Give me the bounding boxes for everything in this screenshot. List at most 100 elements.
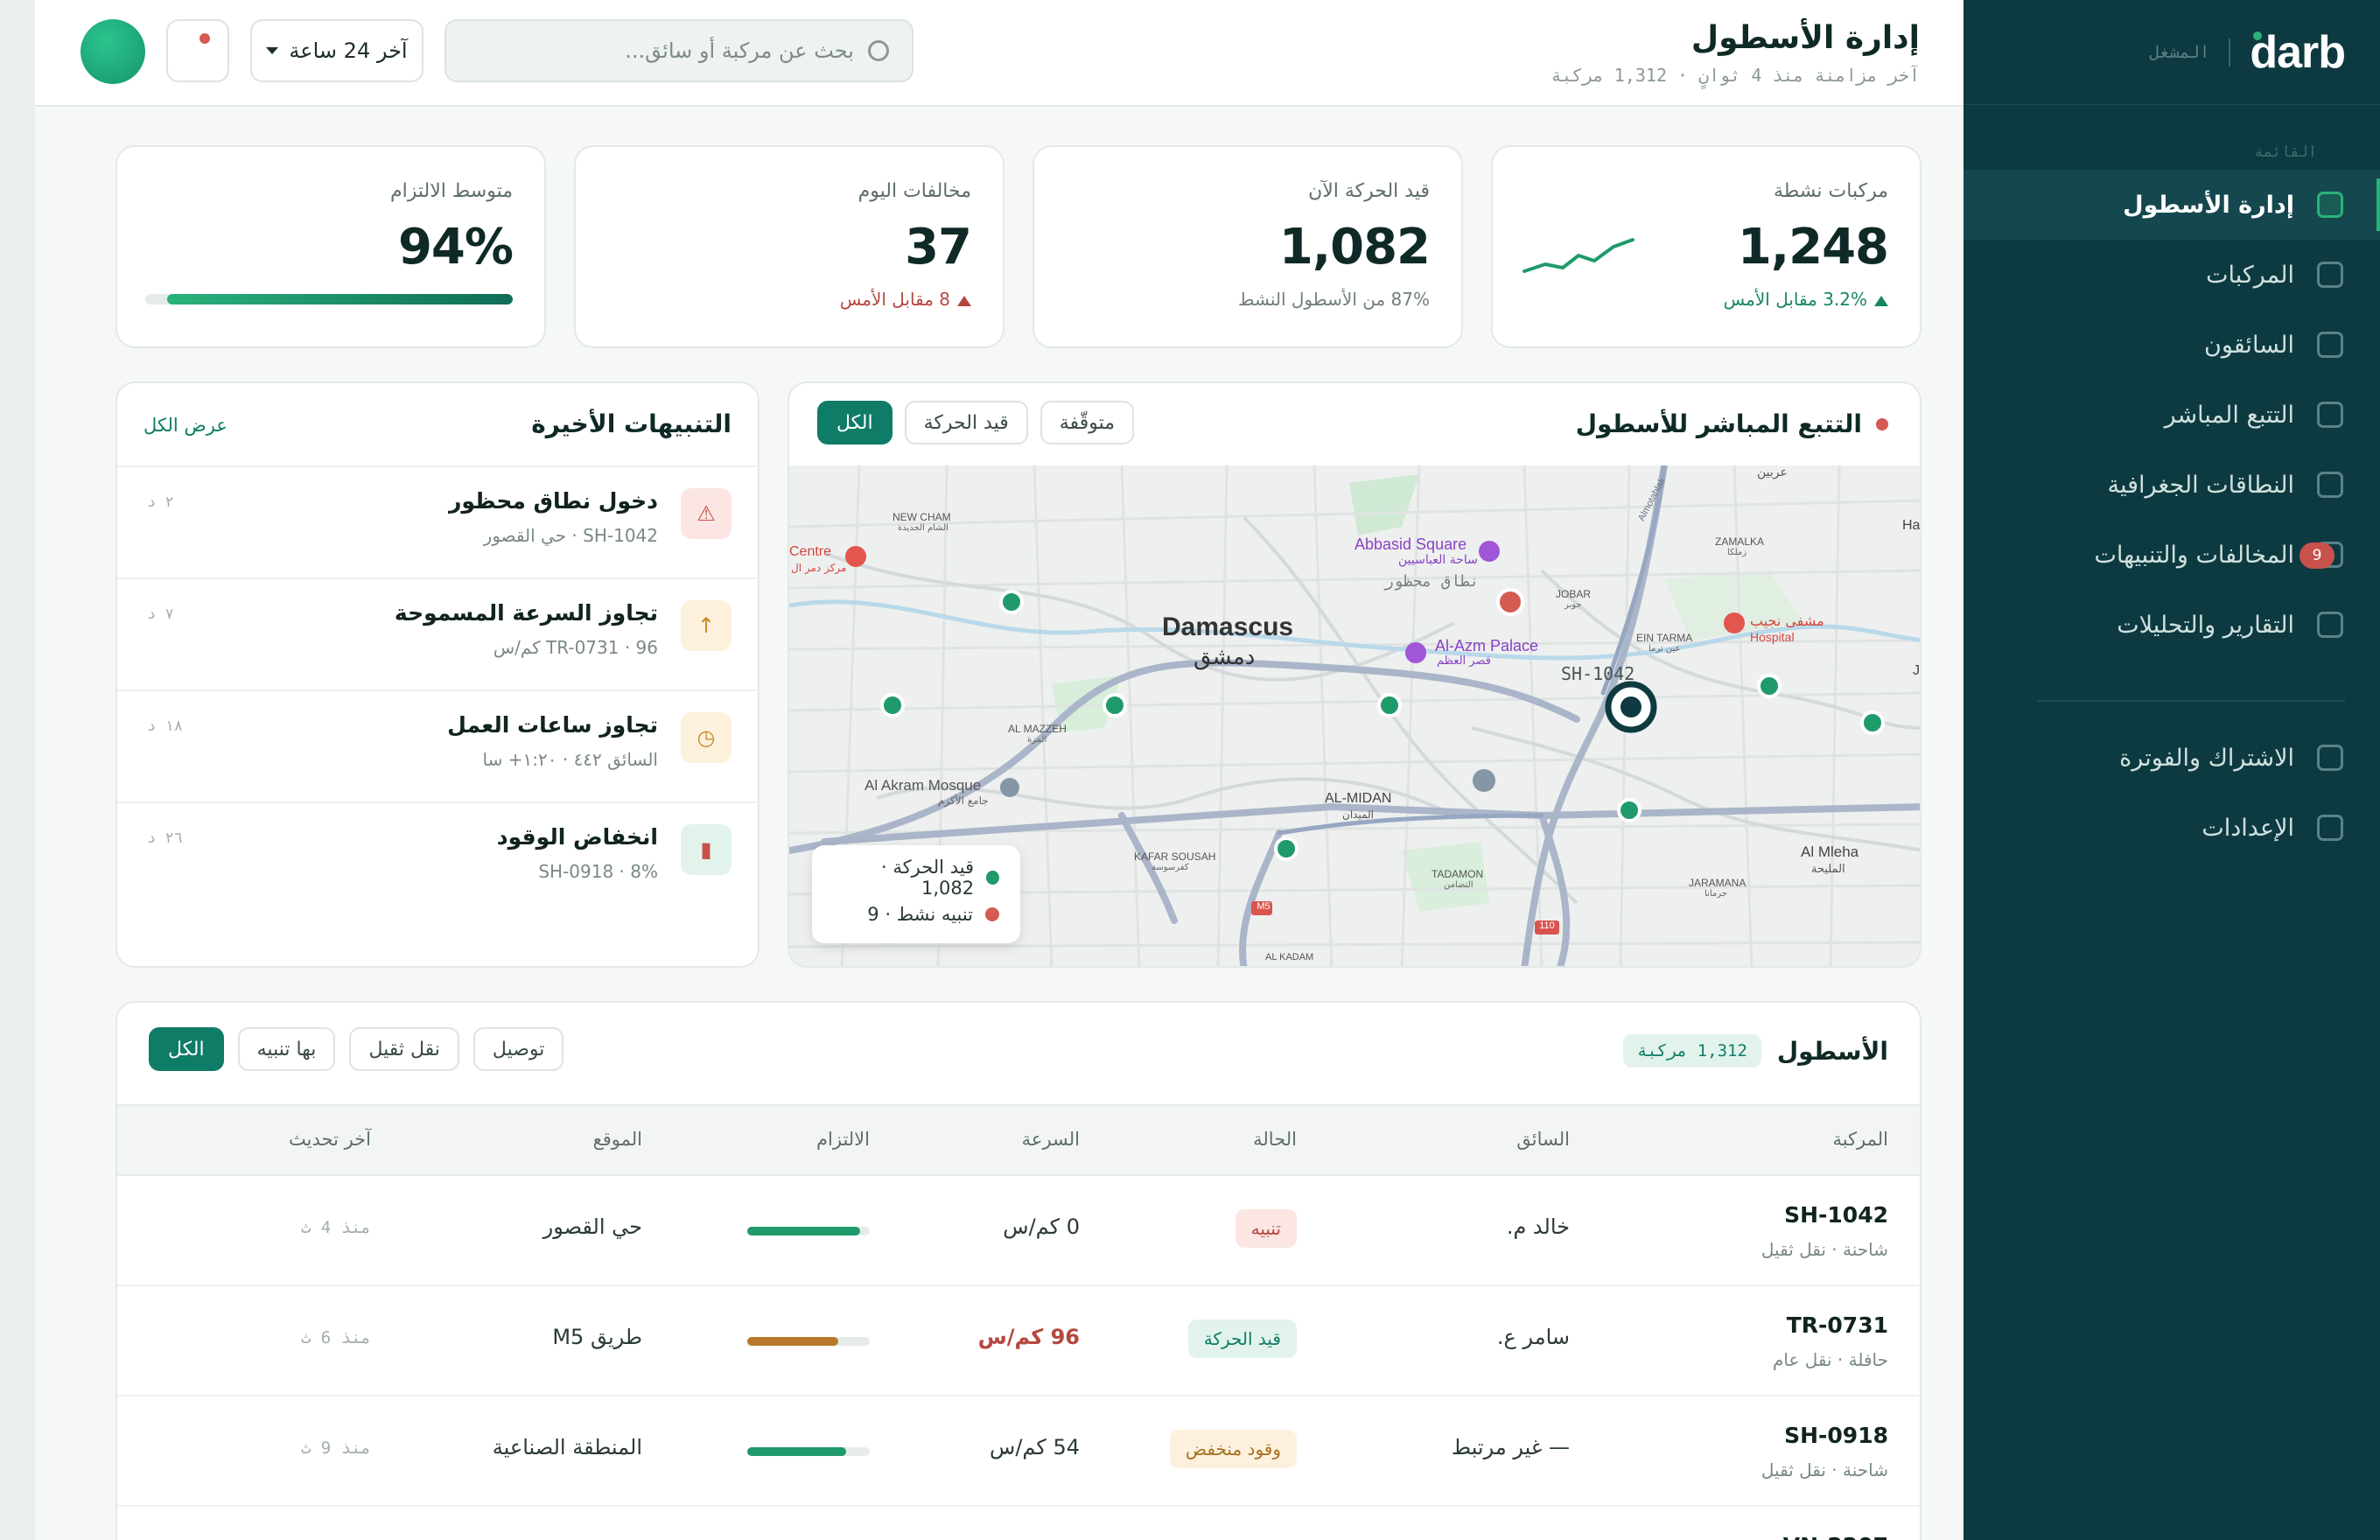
trend-up-icon (1874, 295, 1888, 306)
legend-moving: قيد الحركة · 1,082 (833, 857, 999, 899)
map-card-title: التتبع المباشر للأسطول (1575, 410, 1862, 438)
map-view[interactable]: Damascus دمشق Abbasid Square ساحة العباس… (789, 466, 1920, 966)
sidebar-item-3[interactable]: التتبع المباشر (1964, 380, 2380, 450)
kpi-trend-text: 3.2% مقابل الأمس (1723, 289, 1867, 310)
fleet-table-title: الأسطول (1776, 1036, 1888, 1066)
view-all-alerts-link[interactable]: عرض الكل (144, 415, 228, 436)
vehicle-id[interactable]: VN-2207 (1783, 1533, 1888, 1540)
table-row[interactable]: TR-0731 حافلة · نقل عام سامر ع. قيد الحركة 9… (117, 1286, 1920, 1396)
column-header-status[interactable]: الحالة (1253, 1129, 1297, 1150)
live-tracking-card: التتبع المباشر للأسطول الكل قيد الحركة متو… (788, 382, 1922, 968)
sidebar-item-6[interactable]: التقارير والتحليلات (1964, 590, 2380, 660)
kpi-value: 1,082 (1278, 219, 1431, 276)
map-label-jobar-ar: جوبر (1564, 600, 1582, 610)
sidebar-item-4[interactable]: النطاقات الجغرافية (1964, 450, 2380, 520)
time-range-select[interactable]: آخر 24 ساعة (250, 19, 424, 82)
notifications-button[interactable] (166, 19, 229, 82)
map-label-azm-ar: قصر العظم (1437, 654, 1491, 668)
alert-title: تجاوز السرعة المسموحة (394, 600, 658, 626)
status-badge: تنبيه (1235, 1209, 1297, 1248)
alert-item[interactable]: ◷ تجاوز ساعات العمل السائق ٤٤٢ · ١:٢٠+ سا ١… (117, 690, 758, 802)
table-row[interactable]: SH-1042 شاحنة · نقل ثقيل خالد م. تنبيه 0 كم/… (117, 1176, 1920, 1286)
map-label-mleha-ar: المليحة (1811, 863, 1845, 876)
kpi-foot: 87% من الأسطول النشط (1238, 289, 1430, 310)
alert-item[interactable]: ↑ تجاوز السرعة المسموحة TR-0731 · 96 كم/س ٧… (117, 578, 758, 690)
column-header-location[interactable]: الموقع (593, 1129, 642, 1150)
kpi-moving-now: قيد الحركة الآن 1,082 87% من الأسطول الن… (1032, 145, 1463, 348)
alert-item[interactable]: ⚠ دخول نطاق محظور SH-1042 · حي القصور ٢ د (117, 466, 758, 578)
brand-logo[interactable]: darb (2250, 26, 2346, 79)
map-label-restricted-zone: نطاق محظور (1384, 572, 1480, 591)
sidebar-item-1[interactable]: المركبات (1964, 240, 2380, 310)
workspace-label: المشغل (2149, 42, 2210, 62)
alert-detail: SH-0918 · 8% (538, 861, 658, 882)
map-label-arbeen: عربين (1757, 466, 1788, 480)
nav-checkbox-icon (2317, 745, 2343, 771)
fleet-count-badge: 1,312 مركبة (1623, 1034, 1761, 1068)
fleet-filter-0[interactable]: الكل (149, 1027, 224, 1071)
location: طريق M5 (552, 1325, 642, 1349)
column-header-speed[interactable]: السرعة (1022, 1129, 1080, 1150)
kpi-trend-text: 8 مقابل الأمس (839, 289, 950, 310)
alert-detail: السائق ٤٤٢ · ١:٢٠+ سا (482, 749, 658, 770)
sidebar-item-2[interactable]: السائقون (1964, 310, 2380, 380)
map-filter-1[interactable]: قيد الحركة (904, 401, 1028, 444)
speed-value: 54 كم/س (990, 1435, 1080, 1460)
fuel-icon: ▮ (681, 824, 732, 875)
kpi-avg-compliance: متوسط الالتزام 94% (116, 145, 546, 348)
alert-time: ١٨ د (147, 718, 183, 735)
page-heading: إدارة الأسطول آخر مزامنة منذ 4 ثوانٍ · 1… (1551, 20, 1920, 86)
nav-checkbox-icon (2317, 332, 2343, 358)
vehicle-id[interactable]: SH-1042 (1784, 1202, 1888, 1228)
alert-title: انخفاض الوقود (496, 824, 658, 850)
map-label-jaramana-ar: جرمانا (1704, 889, 1727, 899)
fleet-table-header: الأسطول 1,312 مركبة (1623, 1034, 1888, 1068)
map-label-hospital-en: Hospital (1750, 630, 1795, 644)
alert-title: تجاوز ساعات العمل (447, 712, 658, 738)
status-badge: وقود منخفض (1169, 1430, 1297, 1468)
nav-checkbox-icon (2317, 472, 2343, 498)
alerts-count-badge: 9 (2300, 542, 2334, 569)
alert-dot-icon (985, 907, 999, 921)
column-header-last-update[interactable]: آخر تحديث (289, 1129, 371, 1150)
sidebar-item-label: المخالفات والتنبيهات (2094, 541, 2294, 569)
vehicle-id[interactable]: TR-0731 (1787, 1312, 1888, 1338)
table-row[interactable]: SH-0918 شاحنة · نقل ثقيل — غير مرتبط وقود م… (117, 1396, 1920, 1507)
fleet-filter-2[interactable]: نقل ثقيل (349, 1027, 459, 1071)
fleet-filter-3[interactable]: توصيل (472, 1027, 564, 1071)
map-label-city-ar: دمشق (1194, 644, 1256, 670)
fleet-filter-1[interactable]: بها تنبيه (237, 1027, 336, 1071)
sidebar-bottom-item-0[interactable]: الاشتراك والفوترة (1964, 723, 2380, 793)
map-filter-0[interactable]: الكل (817, 401, 892, 444)
sidebar-item-0[interactable]: إدارة الأسطول (1964, 170, 2380, 240)
map-label-kadam: AL KADAM (1265, 952, 1314, 962)
alert-item[interactable]: ▮ انخفاض الوقود SH-0918 · 8% ٢٦ د (117, 802, 758, 914)
map-card-header: التتبع المباشر للأسطول (1576, 410, 1888, 438)
column-header-vehicle[interactable]: المركبة (1832, 1129, 1888, 1150)
compliance-bar (747, 1227, 870, 1236)
map-label-mleha: Al Mleha (1801, 844, 1859, 860)
search-input[interactable]: بحث عن مركبة أو سائق... (444, 19, 914, 82)
sidebar-item-label: التقارير والتحليلات (2117, 611, 2294, 639)
sidebar-item-label: السائقون (2204, 331, 2294, 359)
map-legend: قيد الحركة · 1,082 تنبيه نشط · 9 (812, 845, 1020, 943)
map-road-110: 110 (1539, 920, 1555, 931)
map-label-azm: Al-Azm Palace (1435, 637, 1539, 654)
sidebar-item-5[interactable]: المخالفات والتنبيهات 9 (1964, 520, 2380, 590)
column-header-driver[interactable]: السائق (1516, 1129, 1570, 1150)
compliance-bar-fill (747, 1227, 860, 1236)
vehicle-id[interactable]: SH-0918 (1784, 1423, 1888, 1448)
last-update: منذ 4 ث (300, 1218, 371, 1237)
column-header-compliance[interactable]: الالتزام (816, 1129, 870, 1150)
map-filter-2[interactable]: متوقّفة (1040, 401, 1134, 444)
nav-checkbox-icon (2317, 815, 2343, 841)
page-title: إدارة الأسطول (1690, 19, 1920, 56)
sync-status: آخر مزامنة منذ 4 ثوانٍ · 1,312 مركبة (1550, 64, 1920, 86)
legend-label: تنبيه نشط · 9 (867, 904, 973, 925)
map-label-zamalka: ZAMALKA (1715, 536, 1765, 548)
kpi-trend: 8 مقابل الأمس (840, 289, 971, 310)
table-row[interactable]: VN-2207 (117, 1507, 1920, 1540)
location: المنطقة الصناعية (492, 1435, 642, 1460)
sidebar-bottom-item-1[interactable]: الإعدادات (1964, 793, 2380, 863)
avatar[interactable] (80, 19, 145, 84)
